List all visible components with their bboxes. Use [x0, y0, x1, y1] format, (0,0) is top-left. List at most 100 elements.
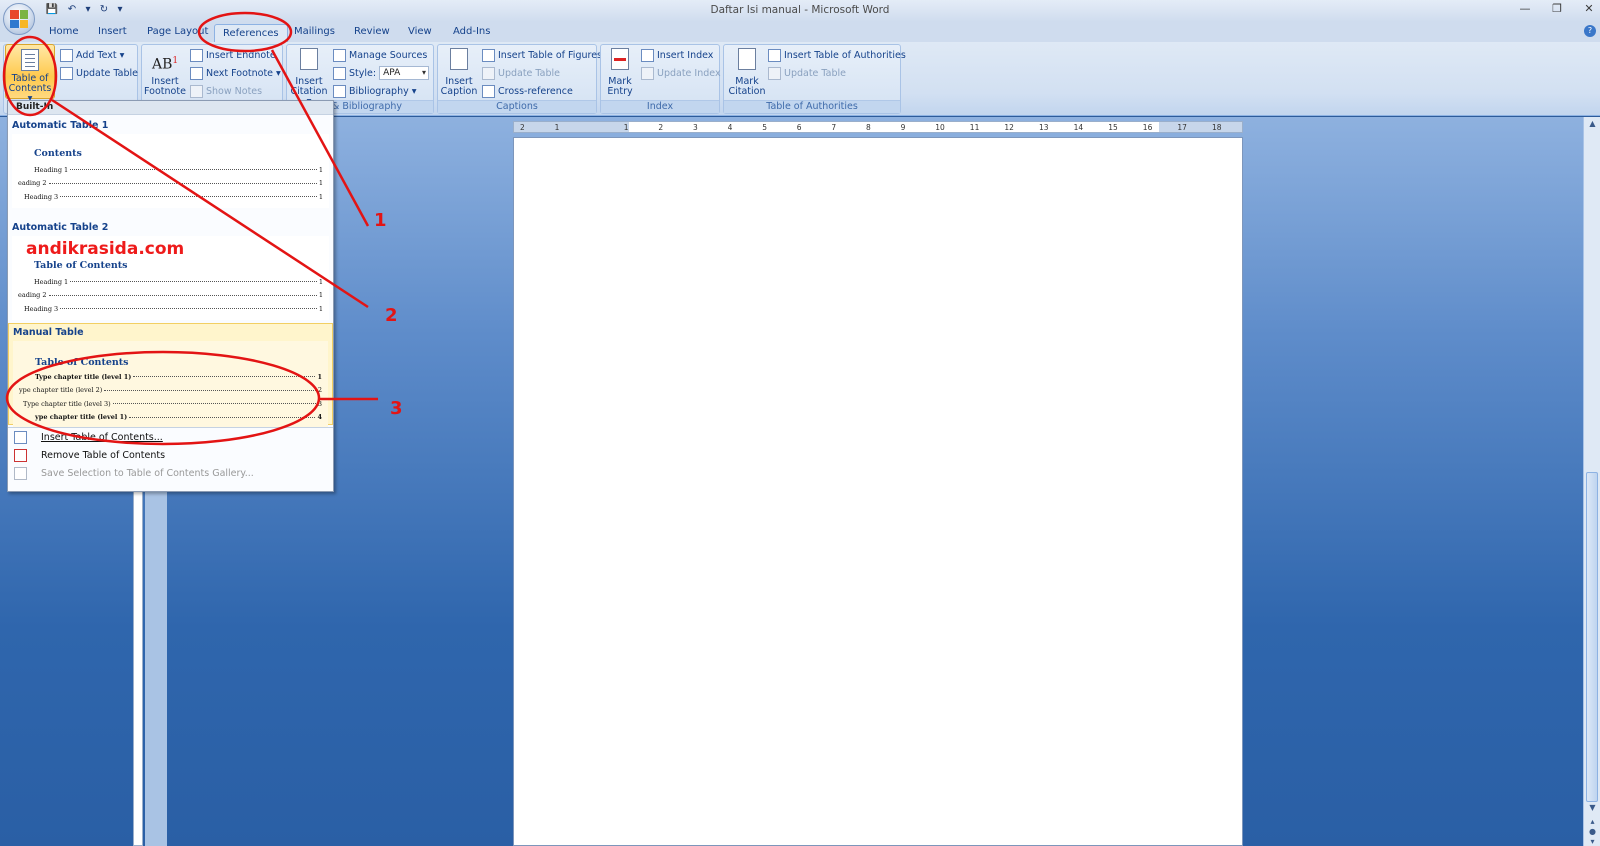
vertical-ruler [133, 478, 143, 846]
horizontal-ruler[interactable]: 2 1 1 2 3 4 5 6 7 8 9 10 11 12 13 14 15 16 17 18 [513, 121, 1243, 133]
ribbon-tabs: Home Insert Page Layout References Maili… [0, 22, 1600, 43]
ruler-tick: 6 [796, 123, 802, 132]
gallery-header: Built-In [8, 101, 333, 115]
title-bar: 💾 ↶ ▾ ↻ ▾ Daftar Isi manual - Microsoft … [0, 0, 1600, 22]
manage-sources-button[interactable]: Manage Sources [333, 47, 427, 63]
insert-citation-button[interactable]: Insert Citation ▾ [289, 48, 329, 107]
index-group-label: Index [601, 100, 719, 113]
mark-citation-icon [734, 48, 760, 74]
ruler-tick: 4 [727, 123, 733, 132]
insert-index-icon [641, 48, 654, 62]
captions-group: Insert Caption Insert Table of Figures U… [437, 44, 602, 114]
update-index-icon [641, 66, 654, 80]
scroll-up-icon[interactable]: ▲ [1584, 119, 1600, 128]
tab-page-layout[interactable]: Page Layout [147, 26, 208, 37]
save-selection-menu-item[interactable]: Save Selection to Table of Contents Gall… [8, 464, 333, 482]
add-text-button[interactable]: Add Text ▾ [60, 47, 124, 63]
gallery-item-automatic-table-2[interactable]: Automatic Table 2 Table of Contents Head… [8, 219, 333, 320]
prev-page-icon[interactable]: ▴ [1584, 817, 1600, 826]
authorities-group-label: Table of Authorities [724, 100, 900, 113]
tab-references[interactable]: References [214, 24, 288, 43]
office-logo-icon [10, 10, 28, 28]
next-page-icon[interactable]: ▾ [1584, 837, 1600, 846]
toc-line: Heading 31 [24, 304, 323, 313]
index-group: Mark Entry Insert Index Update Index Ind… [600, 44, 721, 114]
ruler-tick: 1 [623, 123, 629, 132]
tab-insert[interactable]: Insert [98, 26, 127, 37]
style-combo[interactable]: APA [379, 66, 430, 80]
update-figures-table-button[interactable]: Update Table [482, 65, 560, 81]
tab-mailings[interactable]: Mailings [294, 26, 335, 37]
close-button[interactable]: ✕ [1582, 2, 1596, 15]
document-page[interactable] [513, 137, 1243, 846]
toc-line: Type chapter title (level 1) 1 [35, 372, 322, 381]
show-notes-button[interactable]: Show Notes [190, 83, 262, 99]
ruler-tick: 2 [520, 123, 525, 132]
update-authorities-icon [768, 66, 781, 80]
insert-footnote-button[interactable]: AB1 Insert Footnote [144, 48, 186, 97]
tab-review[interactable]: Review [354, 26, 390, 37]
insert-endnote-button[interactable]: Insert Endnote [190, 47, 276, 63]
gallery-item-manual-table[interactable]: Manual Table Table of Contents Type chap… [8, 323, 333, 428]
scroll-down-icon[interactable]: ▼ [1584, 803, 1600, 812]
ruler-tick: 17 [1177, 123, 1187, 132]
gallery-menu: Insert Table of Contents... Remove Table… [8, 427, 333, 482]
table-of-contents-button[interactable]: Table of Contents ▾ [5, 44, 55, 104]
update-authorities-table-button[interactable]: Update Table [768, 65, 846, 81]
scrollbar-thumb[interactable] [1586, 472, 1598, 802]
table-of-authorities-icon [768, 48, 781, 62]
gallery-item-automatic-table-1[interactable]: Automatic Table 1 Contents Heading 11 ea… [8, 117, 333, 217]
ruler-tick: 10 [935, 123, 945, 132]
auto1-title: Automatic Table 1 [12, 120, 109, 131]
toc-line: eading 21 [18, 291, 323, 300]
office-button[interactable] [3, 3, 35, 35]
footnote-icon: AB1 [152, 56, 179, 73]
insert-caption-button[interactable]: Insert Caption [440, 48, 478, 97]
auto2-heading: Table of Contents [34, 260, 128, 271]
annotation-number-3: 3 [390, 398, 403, 419]
ruler-tick: 3 [693, 123, 698, 132]
toc-line: Type chapter title (level 3) 3 [23, 399, 322, 408]
cross-reference-button[interactable]: Cross-reference [482, 83, 573, 99]
insert-table-of-authorities-button[interactable]: Insert Table of Authorities [768, 47, 906, 63]
mark-entry-button[interactable]: Mark Entry [603, 48, 637, 97]
toc-gallery: Built-In Automatic Table 1 Contents Head… [7, 100, 334, 492]
insert-table-of-figures-button[interactable]: Insert Table of Figures [482, 47, 602, 63]
table-of-figures-icon [482, 48, 495, 62]
mark-entry-icon [607, 48, 633, 74]
manual-title: Manual Table [13, 327, 84, 338]
update-table-button[interactable]: Update Table [60, 65, 138, 81]
add-text-icon [60, 48, 73, 62]
browse-object-icon[interactable]: ● [1584, 827, 1600, 836]
ruler-tick: 16 [1142, 123, 1153, 132]
style-icon [333, 66, 346, 80]
toc-line: ype chapter title (level 2) 2 [19, 386, 322, 395]
insert-index-button[interactable]: Insert Index [641, 47, 713, 63]
mark-citation-button[interactable]: Mark Citation [726, 48, 768, 97]
ruler-tick: 18 [1212, 123, 1222, 132]
tab-add-ins[interactable]: Add-Ins [453, 26, 490, 37]
ruler-tick: 2 [658, 123, 664, 132]
annotation-number-1: 1 [374, 210, 387, 231]
maximize-button[interactable]: ❐ [1550, 2, 1564, 15]
ruler-tick: 13 [1039, 123, 1049, 132]
tab-home[interactable]: Home [49, 26, 79, 37]
ruler-tick: 8 [866, 123, 871, 132]
annotation-number-2: 2 [385, 305, 398, 326]
auto1-preview: Contents Heading 11 eading 21 Heading 31 [12, 134, 329, 208]
show-notes-icon [190, 84, 203, 98]
remove-toc-menu-item[interactable]: Remove Table of Contents [8, 446, 333, 464]
help-icon[interactable]: ? [1584, 25, 1596, 37]
minimize-button[interactable]: — [1518, 2, 1532, 15]
ruler-tick: 9 [900, 123, 906, 132]
captions-group-label: Captions [438, 100, 596, 113]
bibliography-button[interactable]: Bibliography ▾ [333, 83, 417, 99]
insert-toc-menu-item[interactable]: Insert Table of Contents... [8, 428, 333, 446]
update-index-button[interactable]: Update Index [641, 65, 721, 81]
manage-sources-icon [333, 48, 346, 62]
next-footnote-button[interactable]: Next Footnote ▾ [190, 65, 281, 81]
vertical-scrollbar[interactable]: ▲ ▼ ▴ ● ▾ [1583, 117, 1600, 846]
tab-view[interactable]: View [408, 26, 432, 37]
remove-toc-icon [14, 448, 27, 462]
style-selector: Style: APA [333, 65, 430, 81]
